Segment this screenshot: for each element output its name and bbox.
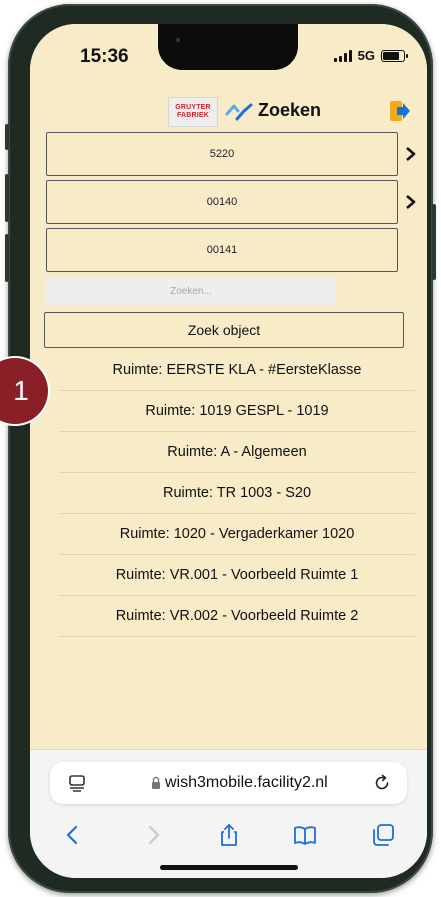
forward-icon[interactable] — [140, 822, 166, 848]
notch — [158, 24, 298, 70]
object-row[interactable]: 5220 — [46, 132, 398, 176]
browser-chrome: wish3mobile.facility2.nl — [30, 749, 427, 878]
share-icon[interactable] — [216, 822, 242, 848]
volume-up-button — [5, 174, 9, 222]
page-menu-icon[interactable] — [68, 774, 86, 792]
list-item[interactable]: Ruimte: 1020 - Vergaderkamer 1020 — [59, 514, 415, 555]
search-object-button-label: Zoek object — [187, 322, 261, 338]
screen: 15:36 5G GRUYTER FABRIEK Zoeken 5220 001… — [30, 24, 427, 878]
chevron-right-icon[interactable] — [403, 146, 417, 162]
result-label: Ruimte: VR.002 - Voorbeeld Ruimte 2 — [115, 608, 359, 624]
bookmarks-icon[interactable] — [292, 822, 318, 848]
url-text: wish3mobile.facility2.nl — [165, 774, 328, 791]
tabs-icon[interactable] — [370, 822, 396, 848]
object-label: 00141 — [206, 244, 238, 256]
home-indicator — [160, 865, 298, 870]
search-object-button[interactable]: Zoek object — [44, 312, 404, 348]
result-label: Ruimte: EERSTE KLA - #EersteKlasse — [112, 362, 362, 378]
chevron-right-icon[interactable] — [403, 194, 417, 210]
camera-dot — [176, 38, 180, 42]
result-label: Ruimte: 1019 GESPL - 1019 — [145, 403, 329, 419]
address-bar[interactable]: wish3mobile.facility2.nl — [50, 762, 407, 804]
list-item[interactable]: Ruimte: EERSTE KLA - #EersteKlasse — [59, 350, 415, 391]
back-icon[interactable] — [60, 822, 86, 848]
object-label: 5220 — [209, 148, 235, 160]
network-label: 5G — [357, 48, 375, 63]
result-label: Ruimte: A - Algemeen — [167, 444, 307, 460]
signal-icon — [333, 49, 352, 62]
reload-icon[interactable] — [373, 774, 391, 792]
step-number: 1 — [13, 375, 29, 406]
lock-icon — [152, 776, 160, 789]
result-label: Ruimte: 1020 - Vergaderkamer 1020 — [119, 526, 355, 542]
list-item[interactable]: Ruimte: A - Algemeen — [59, 432, 415, 473]
list-item[interactable]: Ruimte: TR 1003 - S20 — [59, 473, 415, 514]
status-time: 15:36 — [80, 46, 129, 67]
status-indicators: 5G — [333, 48, 408, 63]
mute-switch — [5, 124, 9, 150]
object-label: 00140 — [206, 196, 238, 208]
result-label: Ruimte: VR.001 - Voorbeeld Ruimte 1 — [115, 567, 359, 583]
list-item[interactable]: Ruimte: 1019 GESPL - 1019 — [59, 391, 415, 432]
brand-line-1: GRUYTER — [175, 104, 211, 111]
brand-logo: GRUYTER FABRIEK — [168, 97, 218, 127]
app-header: GRUYTER FABRIEK Zoeken — [30, 92, 427, 130]
object-row[interactable]: 00141 — [46, 228, 398, 272]
logout-icon[interactable] — [389, 100, 411, 122]
status-bar: 15:36 5G — [30, 24, 427, 92]
app-logo-icon — [225, 103, 253, 121]
results-list: Ruimte: EERSTE KLA - #EersteKlasse Ruimt… — [59, 350, 415, 637]
power-button — [432, 204, 436, 280]
list-item[interactable]: Ruimte: VR.002 - Voorbeeld Ruimte 2 — [59, 596, 415, 637]
battery-icon — [381, 49, 408, 62]
page-title: Zoeken — [258, 100, 322, 120]
volume-down-button — [5, 234, 9, 282]
phone-frame: 15:36 5G GRUYTER FABRIEK Zoeken 5220 001… — [5, 4, 436, 893]
search-input[interactable] — [46, 278, 336, 305]
list-item[interactable]: Ruimte: VR.001 - Voorbeeld Ruimte 1 — [59, 555, 415, 596]
brand-line-2: FABRIEK — [176, 112, 210, 119]
result-label: Ruimte: TR 1003 - S20 — [162, 485, 312, 501]
object-row[interactable]: 00140 — [46, 180, 398, 224]
